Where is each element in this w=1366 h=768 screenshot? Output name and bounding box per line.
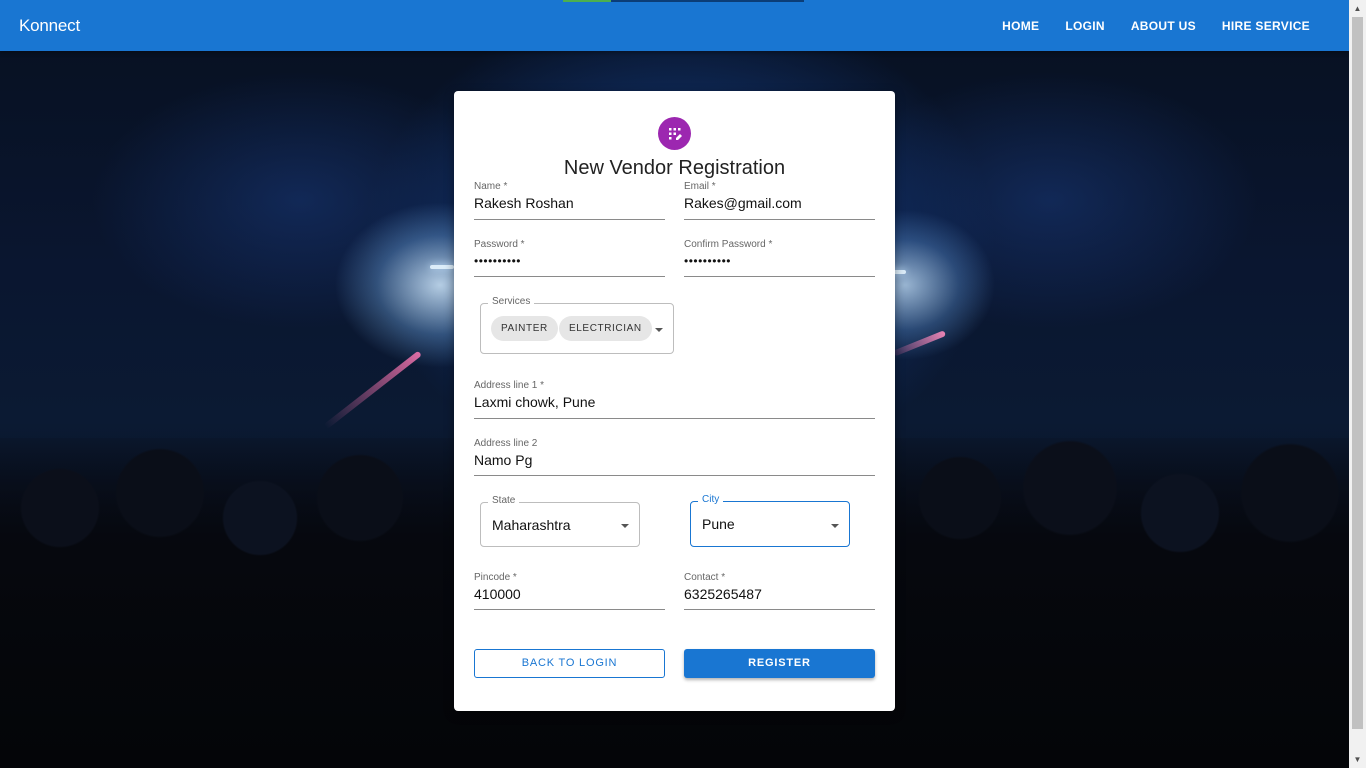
services-select[interactable]: Services PAINTER ELECTRICIAN [480,296,674,354]
register-button[interactable]: REGISTER [684,649,875,678]
address-line-2-input[interactable]: Namo Pg [474,452,532,468]
pincode-label: Pincode * [474,572,517,583]
state-label: State [488,495,520,506]
password-label: Password * [474,239,525,250]
state-dropdown-arrow-icon[interactable] [621,524,629,528]
address-line-1-field[interactable]: Address line 1 * Laxmi chowk, Pune [474,380,875,419]
nav-hire-service-link[interactable]: HIRE SERVICE [1209,13,1323,39]
email-input[interactable]: Rakes@gmail.com [684,195,802,211]
pincode-underline [474,609,665,610]
top-navbar: Konnect HOME LOGIN ABOUT US HIRE SERVICE [0,0,1349,51]
contact-input[interactable]: 6325265487 [684,586,762,602]
name-label: Name * [474,181,508,192]
brand-logo[interactable]: Konnect [19,16,80,36]
address-line-2-field[interactable]: Address line 2 Namo Pg [474,438,875,476]
city-label: City [698,494,724,505]
nav-login-link[interactable]: LOGIN [1052,13,1118,39]
contact-underline [684,609,875,610]
email-field[interactable]: Email * Rakes@gmail.com [684,181,875,220]
app-registration-icon [668,127,682,140]
scroll-down-arrow-icon[interactable]: ▼ [1349,751,1366,768]
contact-field[interactable]: Contact * 6325265487 [684,572,875,610]
pincode-field[interactable]: Pincode * 410000 [474,572,665,610]
stage-light-beam-left [323,350,422,430]
nav-about-us-link[interactable]: ABOUT US [1118,13,1209,39]
password-input[interactable]: •••••••••• [474,254,521,268]
page-scrollbar[interactable]: ▲ ▼ [1349,0,1366,768]
services-dropdown-arrow-icon[interactable] [655,328,663,332]
contact-label: Contact * [684,572,726,583]
password-underline [474,276,665,277]
address-line-2-label: Address line 2 [474,438,538,449]
city-value: Pune [702,516,735,532]
service-chip-painter[interactable]: PAINTER [491,316,558,341]
registration-avatar [658,117,691,150]
address-line-1-label: Address line 1 * [474,380,545,391]
form-title: New Vendor Registration [563,157,786,179]
state-value: Maharashtra [492,517,571,533]
email-label: Email * [684,181,716,192]
confirm-password-input[interactable]: •••••••••• [684,254,731,268]
stage-light-beam-right [892,330,947,357]
service-chip-electrician[interactable]: ELECTRICIAN [559,316,652,341]
address-line-1-underline [474,418,875,419]
scrollbar-thumb[interactable] [1352,17,1363,729]
email-underline [684,219,875,220]
name-input[interactable]: Rakesh Roshan [474,195,574,211]
pincode-input[interactable]: 410000 [474,586,521,602]
confirm-password-label: Confirm Password * [684,239,773,250]
address-line-1-input[interactable]: Laxmi chowk, Pune [474,394,595,410]
services-label: Services [488,296,535,307]
confirm-password-underline [684,276,875,277]
page-loading-progress-bar [563,0,804,2]
nav-links: HOME LOGIN ABOUT US HIRE SERVICE [989,13,1323,39]
address-line-2-underline [474,475,875,476]
stage-light-left [430,265,454,269]
city-select[interactable]: City Pune [690,494,850,547]
name-field[interactable]: Name * Rakesh Roshan [474,181,665,220]
password-field[interactable]: Password * •••••••••• [474,239,665,277]
back-to-login-button[interactable]: BACK TO LOGIN [474,649,665,678]
scroll-up-arrow-icon[interactable]: ▲ [1349,0,1366,17]
state-select[interactable]: State Maharashtra [480,495,640,547]
registration-card: New Vendor Registration Name * Rakesh Ro… [454,91,895,711]
confirm-password-field[interactable]: Confirm Password * •••••••••• [684,239,875,277]
name-underline [474,219,665,220]
nav-home-link[interactable]: HOME [989,13,1052,39]
progress-fill [563,0,612,2]
city-dropdown-arrow-icon[interactable] [831,524,839,528]
